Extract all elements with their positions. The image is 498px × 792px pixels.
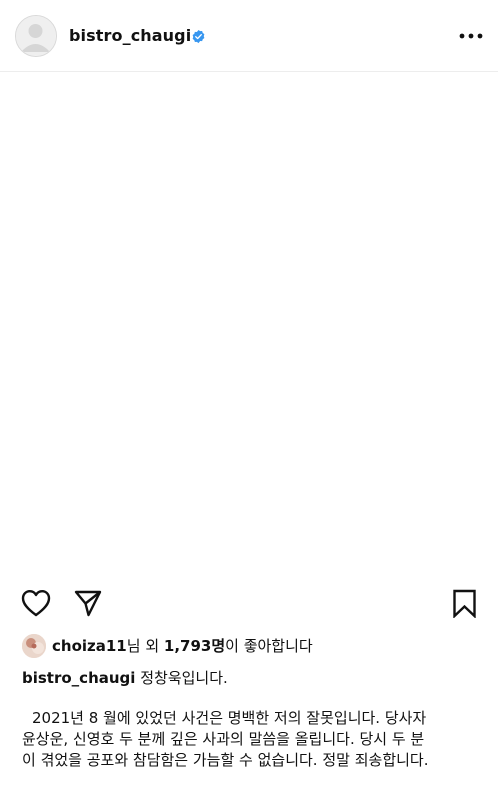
likes-row: choiza11님 외 1,793명이 좋아합니다	[22, 634, 482, 658]
verified-badge-icon	[192, 29, 205, 44]
more-horizontal-icon[interactable]	[458, 27, 484, 45]
caption-line: 2021년 8 월에 있었던 사건은 명백한 저의 잘못입니다. 당사자	[32, 709, 427, 727]
caption-username[interactable]: bistro_chaugi	[22, 669, 135, 687]
bookmark-icon[interactable]	[452, 589, 477, 618]
heart-icon[interactable]	[21, 589, 51, 617]
likes-suffix-text: 이 좋아합니다	[225, 637, 313, 655]
default-avatar-icon	[16, 16, 55, 55]
likes-summary[interactable]: choiza11님 외 1,793명이 좋아합니다	[52, 635, 313, 657]
liker-username[interactable]: choiza11	[52, 637, 127, 655]
likes-mid-text: 님 외	[126, 637, 164, 655]
caption-body: 2021년 8 월에 있었던 사건은 명백한 저의 잘못입니다. 당사자 윤상운…	[22, 708, 486, 771]
caption-header: bistro_chaugi 정창욱입니다.	[22, 667, 228, 689]
liker-photo-icon	[22, 634, 46, 658]
profile-avatar[interactable]	[15, 15, 57, 57]
caption-line: 이 겪었을 공포와 참담함은 가늠할 수 없습니다. 정말 죄송합니다.	[22, 751, 429, 769]
post-header: bistro_chaugi	[0, 0, 498, 72]
liker-avatar[interactable]	[22, 634, 46, 658]
profile-username[interactable]: bistro_chaugi	[69, 25, 191, 47]
likes-count[interactable]: 1,793명	[164, 637, 225, 655]
caption-line: 윤상운, 신영호 두 분께 깊은 사과의 말씀을 올립니다. 당시 두 분	[22, 730, 425, 748]
post-image[interactable]	[0, 72, 498, 580]
caption-intro: 정창욱입니다.	[140, 669, 228, 687]
send-icon[interactable]	[73, 588, 103, 618]
